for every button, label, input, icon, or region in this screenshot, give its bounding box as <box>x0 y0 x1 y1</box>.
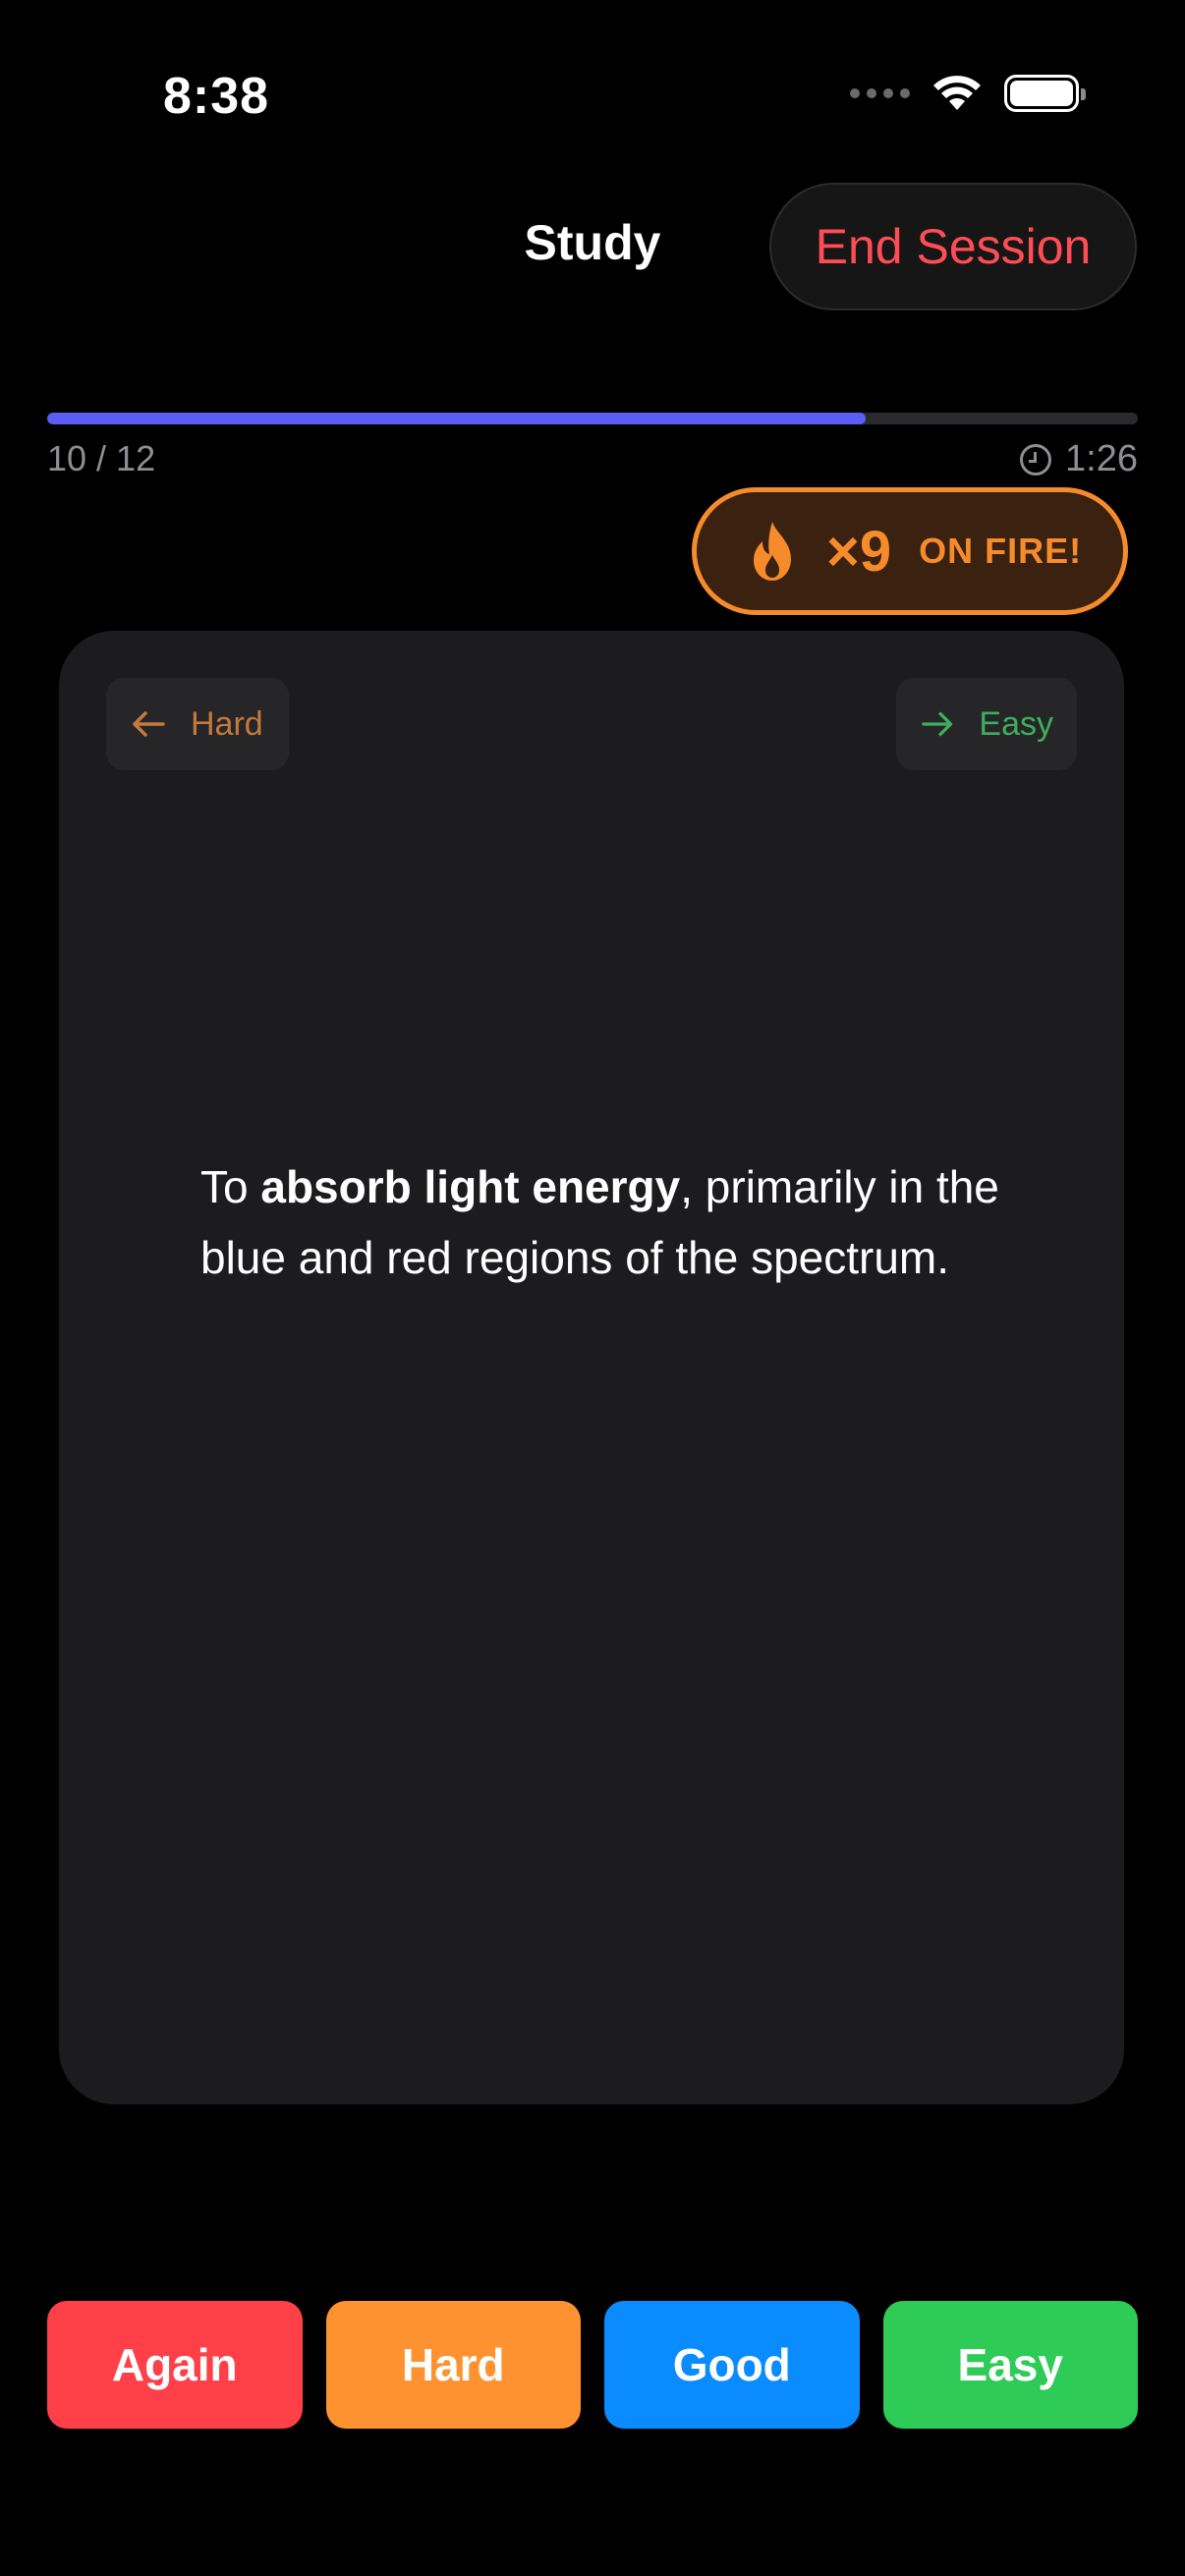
swipe-right-label: Easy <box>979 704 1053 743</box>
swipe-left-label: Hard <box>191 704 263 743</box>
timer-value: 1:26 <box>1065 438 1138 479</box>
status-bar: 8:38 <box>0 0 1185 187</box>
status-time: 8:38 <box>163 68 270 125</box>
wifi-icon <box>933 76 981 110</box>
arrow-left-icon <box>133 711 165 737</box>
rating-buttons: Again Hard Good Easy <box>47 2301 1138 2429</box>
progress-bar-fill <box>47 413 866 424</box>
cellular-signal-icon <box>850 88 910 98</box>
card-answer-text: To absorb light energy, primarily in the… <box>200 1151 1006 1293</box>
again-button[interactable]: Again <box>47 2301 303 2429</box>
progress-bar <box>47 413 1138 424</box>
swipe-left-hint: Hard <box>106 678 289 770</box>
end-session-button[interactable]: End Session <box>769 183 1137 310</box>
battery-icon <box>1004 75 1086 112</box>
arrow-right-icon <box>922 711 953 737</box>
card-text-before: To <box>200 1161 261 1212</box>
streak-badge: ×9 ON FIRE! <box>692 487 1128 615</box>
clock-icon <box>1020 443 1052 476</box>
flashcard[interactable]: Hard Easy To absorb light energy, primar… <box>59 631 1124 2104</box>
streak-label: ON FIRE! <box>919 531 1083 571</box>
progress-count: 10 / 12 <box>47 438 156 478</box>
flame-icon <box>754 522 791 581</box>
card-text-bold: absorb light energy <box>260 1161 681 1212</box>
swipe-right-hint: Easy <box>896 678 1077 770</box>
session-timer: 1:26 <box>1020 438 1138 480</box>
hard-button[interactable]: Hard <box>325 2301 581 2429</box>
easy-button[interactable]: Easy <box>882 2301 1138 2429</box>
streak-count: ×9 <box>826 519 892 584</box>
good-button[interactable]: Good <box>604 2301 860 2429</box>
status-icons <box>850 75 1086 112</box>
